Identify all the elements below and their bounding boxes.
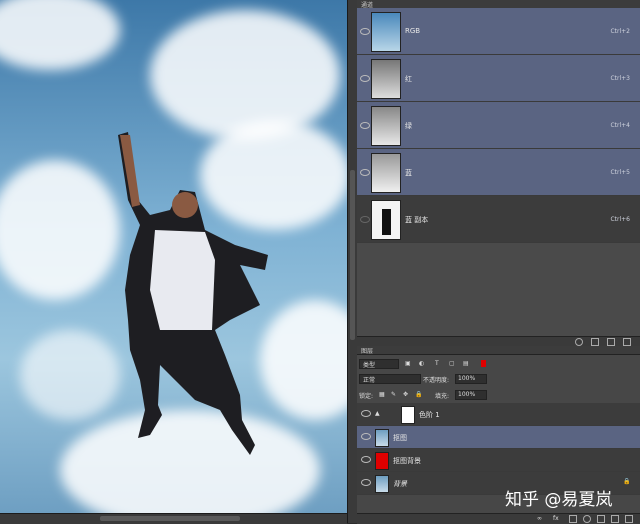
trash-icon[interactable] — [625, 515, 633, 523]
eye-icon[interactable] — [360, 216, 370, 223]
lock-position-icon[interactable]: ✥ — [403, 391, 408, 398]
channel-name: RGB — [405, 27, 421, 35]
opacity-field[interactable]: 100% — [455, 374, 487, 384]
save-selection-icon[interactable] — [591, 338, 599, 346]
filter-pixel-icon[interactable]: ▣ — [405, 360, 411, 367]
add-mask-icon[interactable] — [569, 515, 577, 523]
channel-shortcut: Ctrl+6 — [610, 216, 630, 223]
layer-row-cutout-background[interactable]: 抠图背景 — [357, 449, 640, 472]
filter-adjustment-icon[interactable]: ◐ — [419, 360, 424, 367]
channel-thumbnail — [371, 12, 401, 52]
lock-transparency-icon[interactable]: ▦ — [379, 391, 385, 398]
jumping-man-image — [118, 132, 268, 455]
load-selection-icon[interactable] — [575, 338, 583, 346]
channel-shortcut: Ctrl+4 — [610, 122, 630, 129]
channel-row-rgb[interactable]: RGB Ctrl+2 — [357, 8, 640, 55]
opacity-label: 不透明度: — [423, 377, 450, 384]
layer-name: 背景 — [393, 480, 407, 488]
blend-mode-select[interactable]: 正常 — [359, 374, 421, 384]
eye-icon[interactable] — [361, 456, 371, 463]
layer-name: 抠图 — [393, 434, 407, 442]
channel-shortcut: Ctrl+5 — [610, 169, 630, 176]
channel-thumbnail — [371, 106, 401, 146]
channel-thumbnail — [371, 153, 401, 193]
channels-footer — [357, 336, 640, 346]
eye-icon[interactable] — [361, 410, 371, 417]
trash-icon[interactable] — [623, 338, 631, 346]
channel-thumbnail — [371, 59, 401, 99]
layer-thumbnail — [375, 475, 389, 493]
channel-name: 蓝 副本 — [405, 216, 429, 224]
channel-row-blue-copy[interactable]: 蓝 副本 Ctrl+6 — [357, 196, 640, 243]
lock-icon: 🔒 — [623, 478, 631, 485]
lock-pixels-icon[interactable]: ✎ — [391, 391, 396, 398]
eye-icon[interactable] — [360, 75, 370, 82]
channel-row-red[interactable]: 红 Ctrl+3 — [357, 55, 640, 102]
filter-toggle-icon[interactable] — [481, 360, 486, 367]
channel-row-blue[interactable]: 蓝 Ctrl+5 — [357, 149, 640, 196]
levels-adjustment-icon: ▲ — [375, 410, 380, 417]
channel-row-green[interactable]: 绿 Ctrl+4 — [357, 102, 640, 149]
new-adjustment-icon[interactable] — [583, 515, 591, 523]
new-group-icon[interactable] — [597, 515, 605, 523]
layer-thumbnail — [375, 452, 389, 470]
lock-label: 锁定: — [359, 393, 374, 400]
channel-name: 绿 — [405, 122, 412, 130]
document-canvas[interactable] — [0, 0, 347, 513]
eye-icon[interactable] — [360, 122, 370, 129]
fill-field[interactable]: 100% — [455, 390, 487, 400]
channel-thumbnail — [371, 200, 401, 240]
layers-footer: ∞ fx — [357, 513, 640, 524]
layer-name: 抠图背景 — [393, 457, 421, 465]
layer-name: 色阶 1 — [419, 411, 440, 419]
channel-shortcut: Ctrl+2 — [610, 28, 630, 35]
layers-tab[interactable]: 图层 — [357, 346, 640, 355]
eye-icon[interactable] — [360, 28, 370, 35]
filter-smart-object-icon[interactable]: ▤ — [463, 360, 469, 367]
layer-row-cutout[interactable]: 抠图 — [357, 426, 640, 449]
fx-icon[interactable]: fx — [553, 515, 559, 522]
filter-type-icon[interactable]: T — [435, 360, 439, 367]
new-channel-icon[interactable] — [607, 338, 615, 346]
channel-name: 蓝 — [405, 169, 412, 177]
eye-icon[interactable] — [361, 433, 371, 440]
eye-icon[interactable] — [360, 169, 370, 176]
channel-name: 红 — [405, 75, 412, 83]
layer-mask-thumbnail — [401, 406, 415, 424]
fill-label: 填充: — [435, 393, 450, 400]
link-layers-icon[interactable]: ∞ — [537, 515, 542, 522]
eye-icon[interactable] — [361, 479, 371, 486]
filter-shape-icon[interactable]: ▢ — [449, 360, 455, 367]
layer-row-levels[interactable]: ▲ 色阶 1 — [357, 403, 640, 426]
new-layer-icon[interactable] — [611, 515, 619, 523]
watermark: 知乎 @易夏岚 — [505, 490, 613, 510]
channels-panel: 通道 RGB Ctrl+2 红 Ctrl+3 绿 Ctrl+4 蓝 Ctrl+5… — [357, 0, 640, 345]
horizontal-scrollbar[interactable] — [0, 513, 347, 524]
lock-all-icon[interactable]: 🔒 — [415, 391, 422, 398]
filter-kind-select[interactable]: 类型 — [359, 359, 399, 369]
channel-shortcut: Ctrl+3 — [610, 75, 630, 82]
layer-thumbnail — [375, 429, 389, 447]
